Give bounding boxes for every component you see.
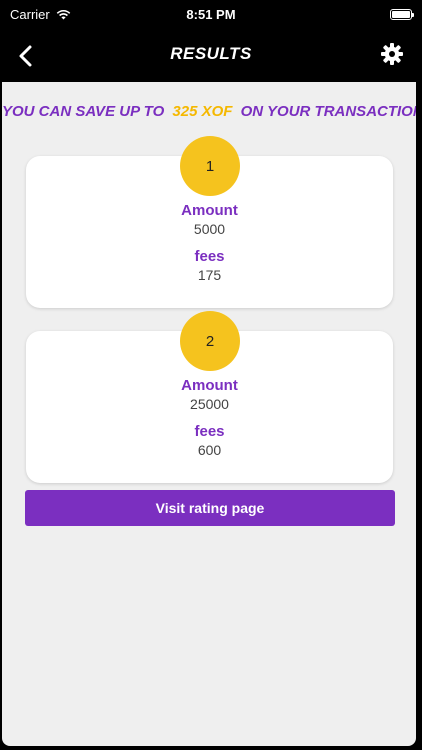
result-number-badge: 2 <box>180 311 240 371</box>
amount-label: Amount <box>181 202 238 219</box>
status-time: 8:51 PM <box>186 7 236 22</box>
gear-icon[interactable] <box>380 42 404 66</box>
results-content: YOU CAN SAVE UP TO 325 XOF ON YOUR TRANS… <box>2 82 416 746</box>
nav-bar: RESULTS <box>0 30 422 82</box>
result-number-badge: 1 <box>180 136 240 196</box>
amount-label: Amount <box>181 377 238 394</box>
battery-fill <box>392 11 410 18</box>
amount-value: 5000 <box>193 221 226 237</box>
visit-rating-page-button[interactable]: Visit rating page <box>25 490 395 526</box>
fees-value: 175 <box>197 267 222 283</box>
banner-amount: 325 XOF <box>172 103 233 120</box>
savings-banner: YOU CAN SAVE UP TO 325 XOF ON YOUR TRANS… <box>2 103 416 120</box>
result-card: 2 Amount 25000 fees 600 <box>26 311 393 483</box>
fees-label: fees <box>194 248 225 265</box>
banner-suffix: ON YOUR TRANSACTION <box>240 103 416 120</box>
result-card: 1 Amount 5000 fees 175 <box>26 136 393 308</box>
page-title: RESULTS <box>170 44 252 63</box>
fees-label: fees <box>194 423 225 440</box>
fees-value: 600 <box>197 442 222 458</box>
status-bar: Carrier 8:51 PM <box>0 0 422 30</box>
banner-prefix: YOU CAN SAVE UP TO <box>2 103 165 120</box>
battery-icon <box>390 9 414 20</box>
amount-value: 25000 <box>190 396 229 412</box>
